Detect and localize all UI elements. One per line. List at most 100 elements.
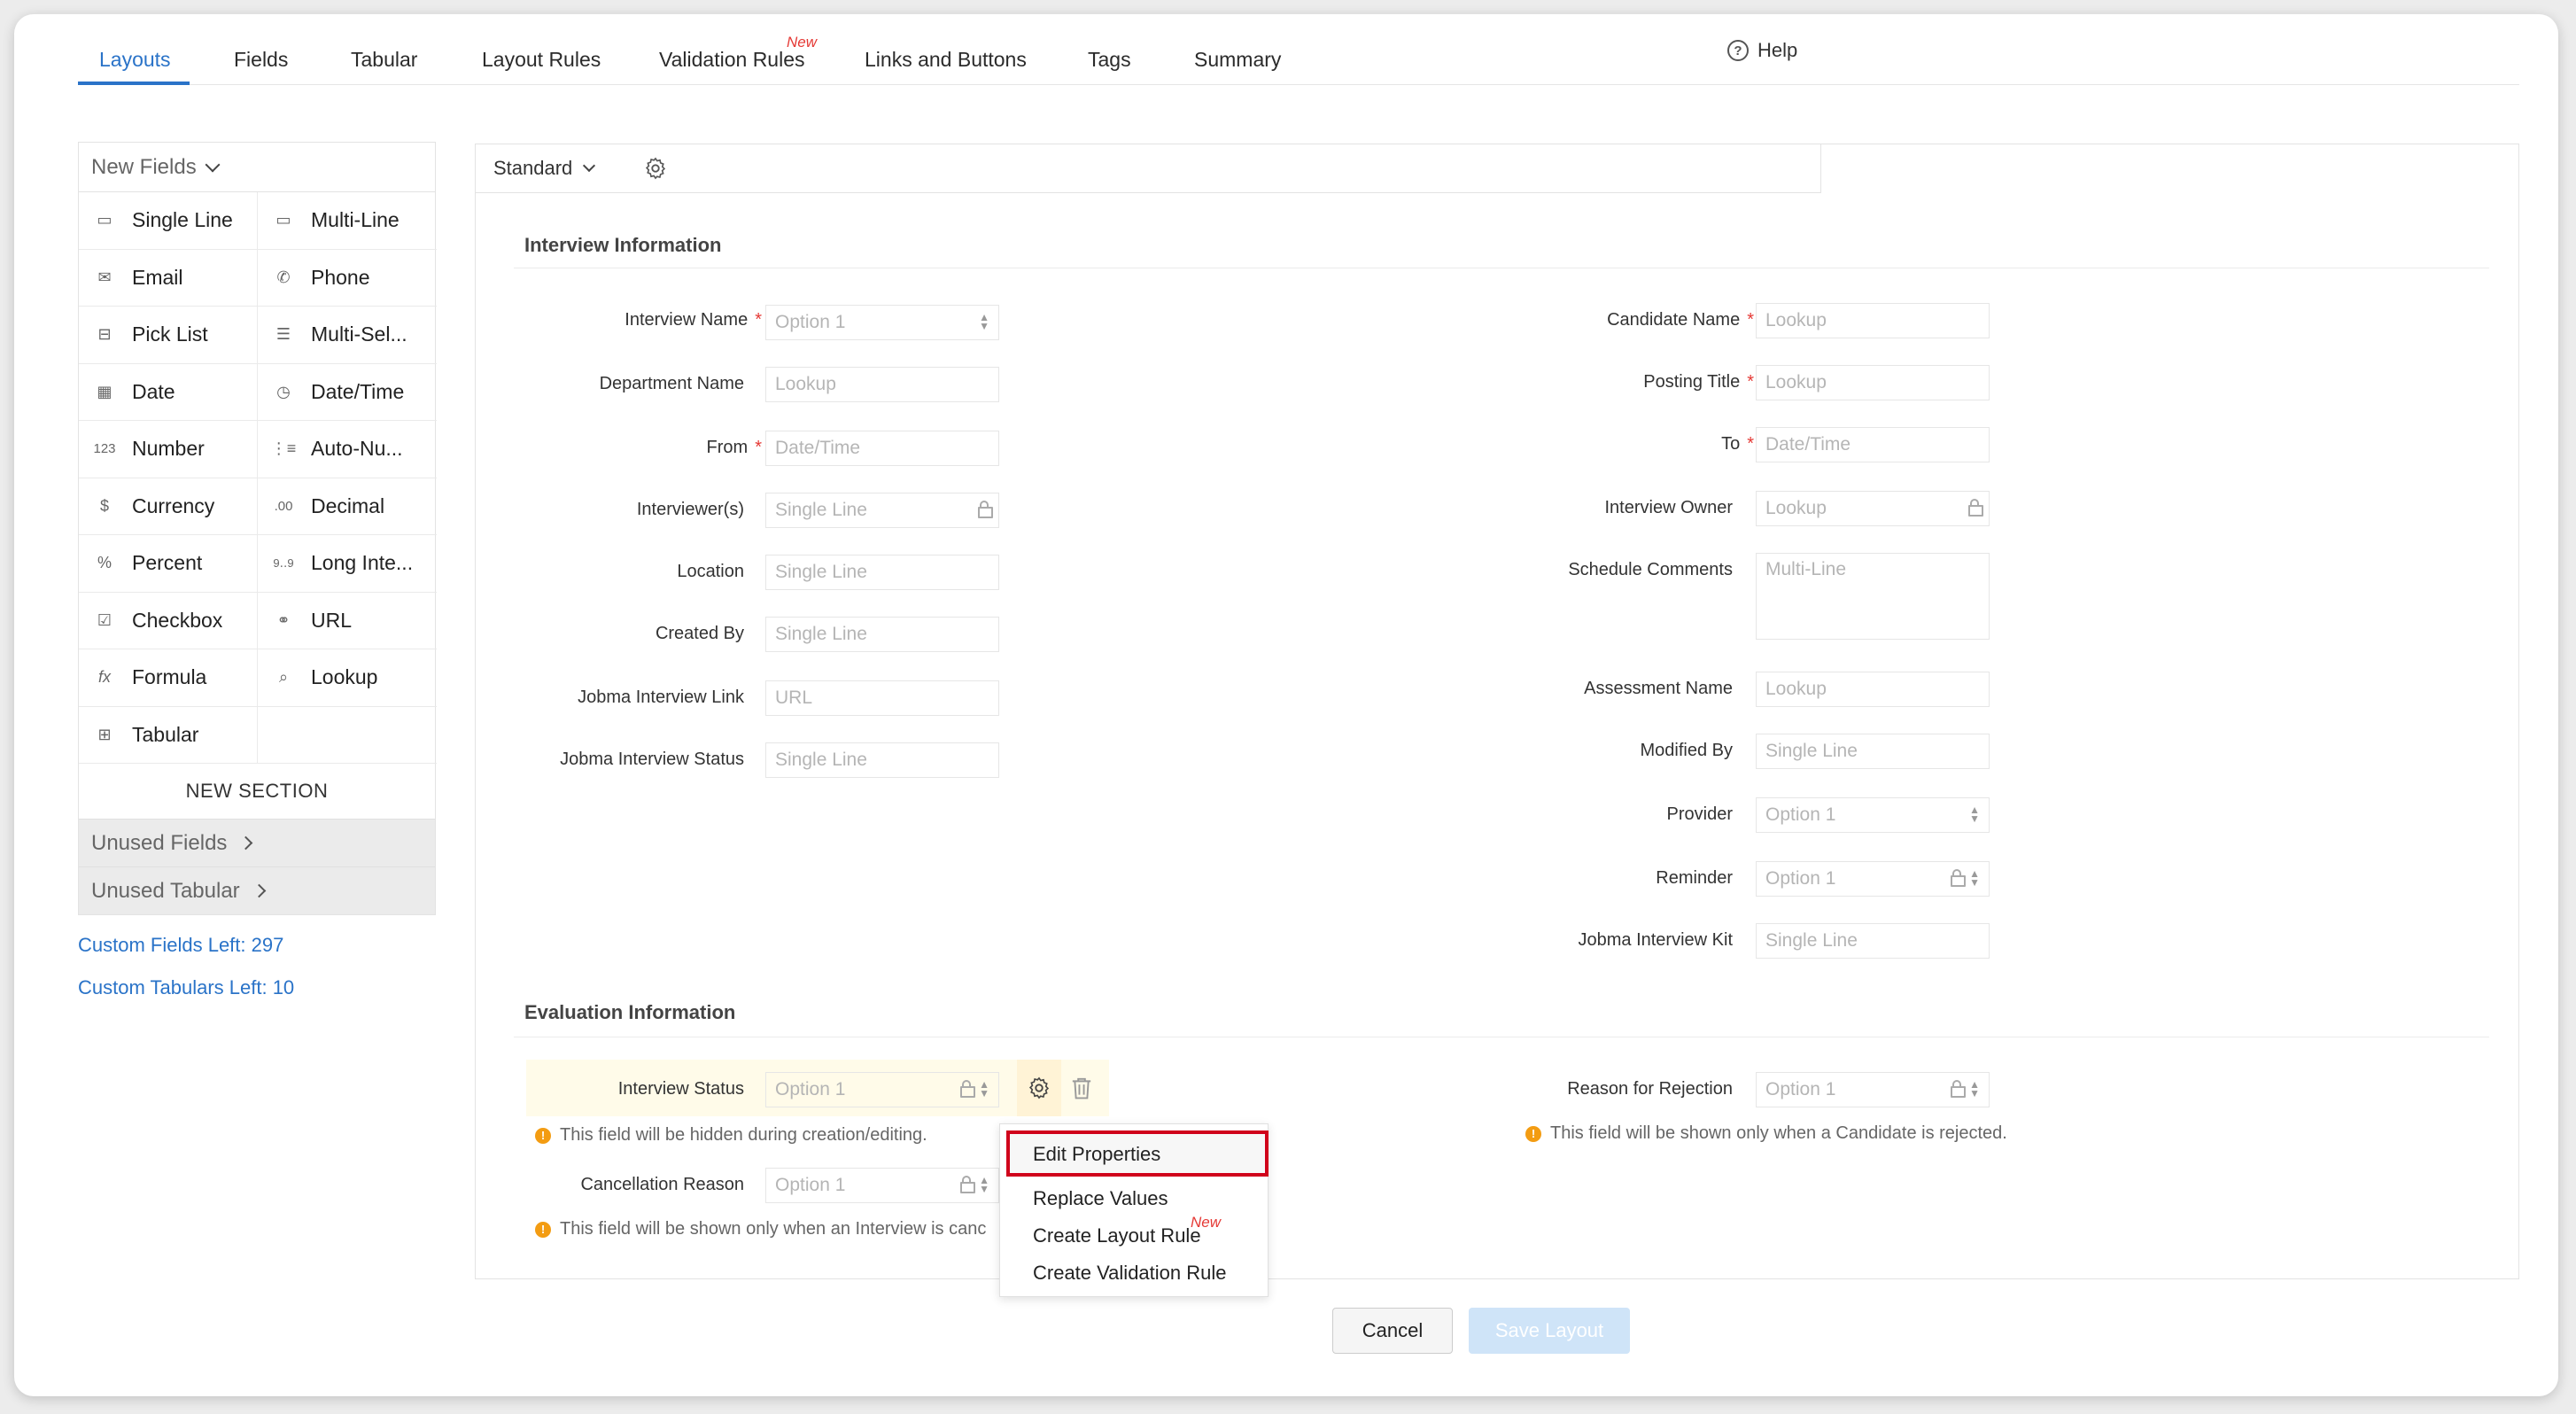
spinner-icon: ▲ ▼ <box>1969 1078 1980 1099</box>
interviewers-field[interactable]: Single Line <box>765 493 999 528</box>
tab-layouts[interactable]: Layouts <box>99 48 171 72</box>
trash-icon[interactable] <box>1070 1076 1093 1100</box>
field-label-jobma-interview-link[interactable]: Jobma Interview Link <box>578 688 744 708</box>
field-type-url[interactable]: ⚭ URL <box>258 593 437 649</box>
field-label-department-name[interactable]: Department Name <box>600 374 744 394</box>
field-type-date-time[interactable]: ◷ Date/Time <box>258 364 437 421</box>
field-label-interview-status[interactable]: Interview Status <box>618 1079 744 1099</box>
note-text: This field will be hidden during creatio… <box>560 1125 927 1145</box>
field-label-reason-for-rejection[interactable]: Reason for Rejection <box>1567 1079 1733 1099</box>
tab-fields[interactable]: Fields <box>234 48 288 72</box>
candidate-name-field[interactable]: Lookup <box>1756 303 1990 338</box>
tab-layout-rules[interactable]: Layout Rules <box>482 48 601 72</box>
field-type-percent[interactable]: % Percent <box>79 535 258 593</box>
interview-owner-field[interactable]: Lookup <box>1756 491 1990 526</box>
assessment-name-field[interactable]: Lookup <box>1756 672 1990 707</box>
tab-tabular[interactable]: Tabular <box>351 48 417 72</box>
field-type-email[interactable]: ✉ Email <box>79 249 258 307</box>
url-icon: ⚭ <box>276 610 291 629</box>
field-type-label: Pick List <box>132 322 208 346</box>
custom-fields-left-link[interactable]: Custom Fields Left: 297 <box>78 934 283 957</box>
layout-select[interactable]: Standard <box>493 157 572 180</box>
field-type-label: Auto-Nu... <box>311 437 403 461</box>
field-label-interview-name[interactable]: Interview Name * <box>625 310 762 330</box>
new-fields-dropdown[interactable]: New Fields <box>79 143 435 192</box>
chevron-down-icon[interactable] <box>583 159 596 173</box>
field-type-long-integer[interactable]: 9‥9 Long Inte... <box>258 535 437 593</box>
field-label-modified-by[interactable]: Modified By <box>1641 741 1734 761</box>
field-label-created-by[interactable]: Created By <box>656 624 744 644</box>
field-type-checkbox[interactable]: ☑ Checkbox <box>79 592 258 649</box>
field-label-to[interactable]: To * <box>1721 434 1754 454</box>
field-label-schedule-comments[interactable]: Schedule Comments <box>1568 560 1733 580</box>
menu-item-create-validation-rule[interactable]: Create Validation Rule <box>1033 1262 1227 1285</box>
field-label-interviewers[interactable]: Interviewer(s) <box>637 500 744 520</box>
field-type-date[interactable]: ▦ Date <box>79 363 258 421</box>
field-label-assessment-name[interactable]: Assessment Name <box>1584 679 1733 699</box>
to-field[interactable]: Date/Time <box>1756 427 1990 462</box>
label-text: Candidate Name <box>1607 310 1741 330</box>
from-field[interactable]: Date/Time <box>765 431 999 466</box>
field-label-posting-title[interactable]: Posting Title * <box>1643 372 1754 392</box>
field-type-pick-list[interactable]: ⊟ Pick List <box>79 307 258 364</box>
field-type-formula[interactable]: fx Formula <box>79 649 258 707</box>
info-icon: ! <box>535 1127 551 1144</box>
save-layout-button[interactable]: Save Layout <box>1469 1308 1630 1354</box>
gear-icon[interactable] <box>643 156 668 181</box>
field-label-jobma-interview-kit[interactable]: Jobma Interview Kit <box>1578 930 1733 951</box>
department-name-field[interactable]: Lookup <box>765 367 999 402</box>
field-type-multi-select[interactable]: ☰ Multi-Sel... <box>258 307 437 364</box>
required-marker: * <box>1747 310 1754 330</box>
tab-tags[interactable]: Tags <box>1088 48 1131 72</box>
field-label-location[interactable]: Location <box>677 562 744 582</box>
tab-validation-rules[interactable]: Validation Rules <box>659 48 805 72</box>
field-settings-button[interactable] <box>1017 1060 1061 1116</box>
modified-by-field[interactable]: Single Line <box>1756 734 1990 769</box>
custom-tabulars-left-link[interactable]: Custom Tabulars Left: 10 <box>78 976 294 999</box>
field-label-interview-owner[interactable]: Interview Owner <box>1605 498 1734 518</box>
reason-for-rejection-field[interactable]: Option 1 ▲ ▼ <box>1756 1072 1990 1107</box>
cancel-button[interactable]: Cancel <box>1332 1308 1453 1354</box>
reminder-field[interactable]: Option 1 ▲ ▼ <box>1756 861 1990 897</box>
field-label-from[interactable]: From * <box>707 438 762 458</box>
menu-item-create-layout-rule[interactable]: Create Layout Rule <box>1033 1224 1201 1247</box>
field-label-reminder[interactable]: Reminder <box>1656 868 1733 889</box>
provider-field[interactable]: Option 1 ▲ ▼ <box>1756 797 1990 833</box>
help-link[interactable]: ? Help <box>1727 39 1797 62</box>
field-type-currency[interactable]: $ Currency <box>79 478 258 535</box>
field-label-candidate-name[interactable]: Candidate Name * <box>1607 310 1754 330</box>
field-type-auto-number[interactable]: ⋮≡ Auto-Nu... <box>258 421 437 478</box>
number-icon: 123 <box>93 441 116 457</box>
interview-name-field[interactable]: Option 1 ▲ ▼ <box>765 305 999 340</box>
unused-fields-toggle[interactable]: Unused Fields <box>79 819 435 866</box>
field-type-decimal[interactable]: .00 Decimal <box>258 478 437 535</box>
field-type-phone[interactable]: ✆ Phone <box>258 250 437 307</box>
field-label-cancellation-reason[interactable]: Cancellation Reason <box>580 1175 744 1195</box>
tab-links-and-buttons[interactable]: Links and Buttons <box>865 48 1027 72</box>
lock-icon <box>960 1080 976 1098</box>
field-label-jobma-interview-status[interactable]: Jobma Interview Status <box>560 750 744 770</box>
field-type-number[interactable]: 123 Number <box>79 421 258 478</box>
jobma-interview-kit-field[interactable]: Single Line <box>1756 923 1990 959</box>
reason-for-rejection-note: ! This field will be shown only when a Ca… <box>1525 1123 2007 1144</box>
field-type-tabular[interactable]: ⊞ Tabular <box>79 706 258 764</box>
location-field[interactable]: Single Line <box>765 555 999 590</box>
field-label-provider[interactable]: Provider <box>1667 804 1733 825</box>
new-section-button[interactable]: NEW SECTION <box>79 764 435 819</box>
menu-item-replace-values[interactable]: Replace Values <box>1033 1187 1168 1210</box>
jobma-interview-link-field[interactable]: URL <box>765 680 999 716</box>
menu-item-edit-properties[interactable]: Edit Properties <box>1033 1143 1160 1166</box>
field-type-label: Checkbox <box>132 608 223 632</box>
unused-tabular-toggle[interactable]: Unused Tabular <box>79 866 435 914</box>
interview-status-field[interactable]: Option 1 ▲ ▼ <box>765 1072 999 1107</box>
field-type-multi-line[interactable]: ▭ Multi-Line <box>258 192 437 250</box>
tab-summary[interactable]: Summary <box>1194 48 1281 72</box>
posting-title-field[interactable]: Lookup <box>1756 365 1990 400</box>
gear-icon <box>1028 1076 1050 1099</box>
field-type-single-line[interactable]: ▭ Single Line <box>79 192 258 250</box>
field-type-lookup[interactable]: ⌕ Lookup <box>258 649 437 707</box>
schedule-comments-field[interactable]: Multi-Line <box>1756 553 1990 640</box>
cancellation-reason-field[interactable]: Option 1 ▲ ▼ <box>765 1168 999 1203</box>
jobma-interview-status-field[interactable]: Single Line <box>765 742 999 778</box>
created-by-field[interactable]: Single Line <box>765 617 999 652</box>
